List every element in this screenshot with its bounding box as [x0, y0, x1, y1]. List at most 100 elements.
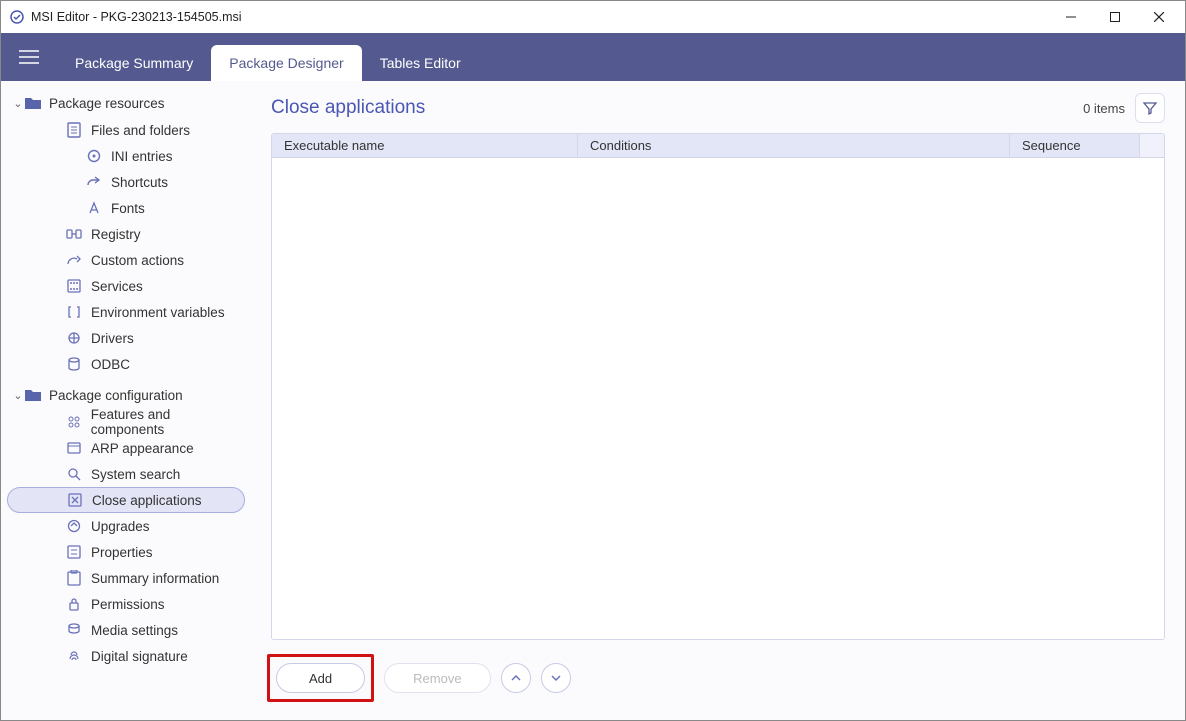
- table: Executable name Conditions Sequence: [271, 133, 1165, 640]
- col-conditions[interactable]: Conditions: [578, 134, 1010, 157]
- sidebar-item-upgrades[interactable]: Upgrades: [7, 513, 245, 539]
- tree-group-resources: ⌄ Package resources Files and folders IN…: [1, 89, 251, 377]
- sidebar-label: Summary information: [91, 571, 219, 586]
- sidebar-item-arp[interactable]: ARP appearance: [7, 435, 245, 461]
- sidebar-item-features[interactable]: Features and components: [7, 409, 245, 435]
- sidebar-item-registry[interactable]: Registry: [7, 221, 245, 247]
- table-header: Executable name Conditions Sequence: [272, 134, 1164, 158]
- sidebar-item-media[interactable]: Media settings: [7, 617, 245, 643]
- remove-button[interactable]: Remove: [384, 663, 490, 693]
- sidebar-item-system-search[interactable]: System search: [7, 461, 245, 487]
- sidebar-label: Features and components: [91, 407, 245, 437]
- window-title: MSI Editor - PKG-230213-154505.msi: [31, 10, 1049, 24]
- minimize-button[interactable]: [1049, 2, 1093, 32]
- env-icon: [65, 305, 83, 319]
- table-body: [272, 158, 1164, 639]
- chevron-down-icon: ⌄: [11, 97, 25, 110]
- sidebar-label: Close applications: [92, 493, 202, 508]
- tab-tables-editor[interactable]: Tables Editor: [362, 45, 479, 81]
- files-icon: [65, 122, 83, 138]
- sidebar-item-odbc[interactable]: ODBC: [7, 351, 245, 377]
- sidebar-item-fonts[interactable]: Fonts: [7, 195, 245, 221]
- registry-icon: [65, 227, 83, 241]
- sidebar-item-custom-actions[interactable]: Custom actions: [7, 247, 245, 273]
- maximize-button[interactable]: [1093, 2, 1137, 32]
- sidebar-item-files[interactable]: Files and folders: [7, 117, 245, 143]
- footer-toolbar: Add Remove: [271, 640, 1165, 702]
- fingerprint-icon: [65, 649, 83, 663]
- driver-icon: [65, 331, 83, 345]
- properties-icon: [65, 545, 83, 559]
- sidebar-item-digital-sig[interactable]: Digital signature: [7, 643, 245, 669]
- sidebar-item-close-apps[interactable]: Close applications: [7, 487, 245, 513]
- content-area: ⌄ Package resources Files and folders IN…: [1, 81, 1185, 720]
- sidebar-item-properties[interactable]: Properties: [7, 539, 245, 565]
- sidebar-label: Drivers: [91, 331, 134, 346]
- sidebar-item-permissions[interactable]: Permissions: [7, 591, 245, 617]
- add-button[interactable]: Add: [276, 663, 365, 693]
- lock-icon: [65, 597, 83, 611]
- tab-package-summary[interactable]: Package Summary: [57, 45, 211, 81]
- odbc-icon: [65, 357, 83, 371]
- chevron-up-icon: [510, 672, 522, 684]
- sidebar-item-services[interactable]: Services: [7, 273, 245, 299]
- group-label-config: Package configuration: [49, 388, 183, 403]
- sidebar-label: ODBC: [91, 357, 130, 372]
- filter-button[interactable]: [1135, 93, 1165, 123]
- features-icon: [65, 415, 83, 429]
- sidebar-item-drivers[interactable]: Drivers: [7, 325, 245, 351]
- ribbon: Package Summary Package Designer Tables …: [1, 33, 1185, 81]
- move-down-button[interactable]: [541, 663, 571, 693]
- sidebar-label: INI entries: [111, 149, 173, 164]
- titlebar: MSI Editor - PKG-230213-154505.msi: [1, 1, 1185, 33]
- close-window-button[interactable]: [1137, 2, 1181, 32]
- action-icon: [65, 253, 83, 267]
- chevron-down-icon: ⌄: [11, 389, 25, 402]
- sidebar: ⌄ Package resources Files and folders IN…: [1, 81, 251, 720]
- folder-icon: [25, 388, 43, 402]
- ini-icon: [85, 149, 103, 163]
- sidebar-label: Permissions: [91, 597, 165, 612]
- sidebar-item-summary-info[interactable]: Summary information: [7, 565, 245, 591]
- folder-icon: [25, 96, 43, 110]
- col-executable-name[interactable]: Executable name: [272, 134, 578, 157]
- sidebar-label: Environment variables: [91, 305, 225, 320]
- group-label-resources: Package resources: [49, 96, 165, 111]
- main-header: Close applications 0 items: [271, 93, 1165, 123]
- tree-group-config: ⌄ Package configuration Features and com…: [1, 381, 251, 669]
- summary-icon: [65, 570, 83, 586]
- media-icon: [65, 623, 83, 637]
- font-icon: [85, 201, 103, 215]
- hamburger-menu[interactable]: [9, 33, 49, 81]
- tree-header-config[interactable]: ⌄ Package configuration: [1, 381, 251, 409]
- upgrades-icon: [65, 519, 83, 533]
- sidebar-label: Services: [91, 279, 143, 294]
- shortcut-icon: [85, 175, 103, 189]
- sidebar-item-ini[interactable]: INI entries: [7, 143, 245, 169]
- sidebar-label: Properties: [91, 545, 153, 560]
- col-sequence[interactable]: Sequence: [1010, 134, 1140, 157]
- add-button-highlight: Add: [267, 654, 374, 702]
- sidebar-label: System search: [91, 467, 180, 482]
- sidebar-label: Upgrades: [91, 519, 150, 534]
- sidebar-label: Media settings: [91, 623, 178, 638]
- chevron-down-icon: [550, 672, 562, 684]
- tab-package-designer[interactable]: Package Designer: [211, 45, 361, 81]
- app-icon: [9, 9, 25, 25]
- scroll-gutter: [1140, 134, 1164, 157]
- sidebar-label: Custom actions: [91, 253, 184, 268]
- sidebar-label: ARP appearance: [91, 441, 194, 456]
- main-panel: Close applications 0 items Executable na…: [251, 81, 1185, 720]
- sidebar-item-shortcuts[interactable]: Shortcuts: [7, 169, 245, 195]
- sidebar-label: Digital signature: [91, 649, 188, 664]
- filter-icon: [1143, 101, 1157, 115]
- sidebar-item-env-vars[interactable]: Environment variables: [7, 299, 245, 325]
- tree-header-resources[interactable]: ⌄ Package resources: [1, 89, 251, 117]
- close-apps-icon: [66, 493, 84, 507]
- sidebar-label: Registry: [91, 227, 141, 242]
- services-icon: [65, 279, 83, 293]
- sidebar-label: Files and folders: [91, 123, 190, 138]
- search-icon: [65, 467, 83, 481]
- sidebar-label: Shortcuts: [111, 175, 168, 190]
- move-up-button[interactable]: [501, 663, 531, 693]
